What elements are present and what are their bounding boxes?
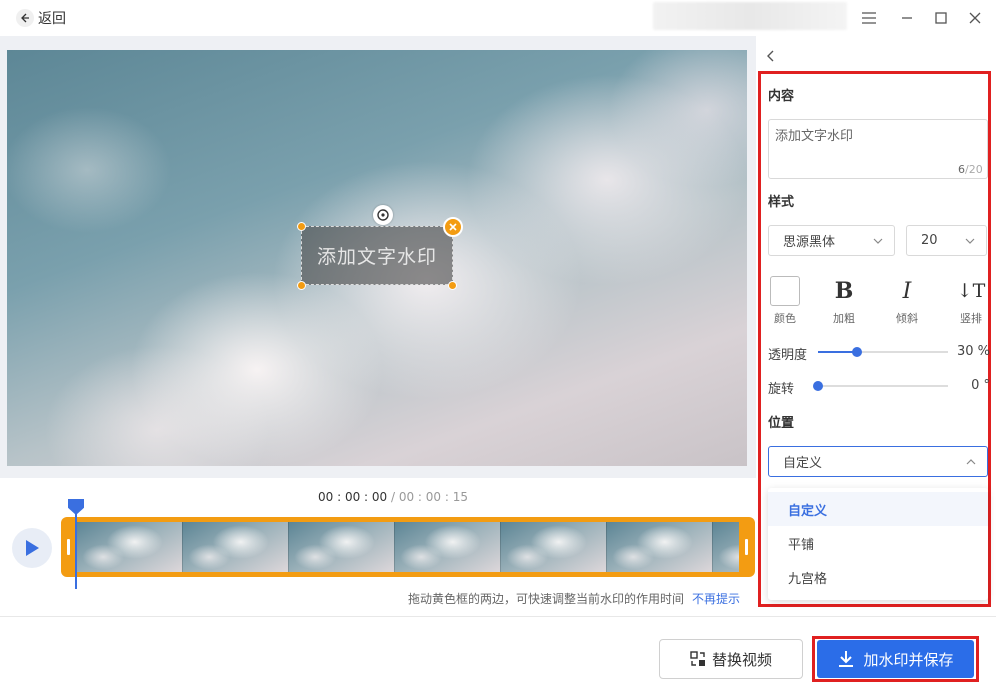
replace-video-label: 替换视频: [711, 650, 772, 669]
rotate-handle-icon[interactable]: [373, 205, 393, 225]
italic-label: 倾斜: [896, 312, 918, 325]
maximize-icon[interactable]: [931, 8, 951, 28]
time-readout: 00 : 00 : 00 / 00 : 00 : 15: [0, 490, 756, 504]
rotation-slider-thumb[interactable]: [813, 381, 823, 391]
chevron-left-icon[interactable]: [764, 48, 778, 62]
trim-handle-right[interactable]: [745, 539, 748, 555]
frame-thumb: [713, 522, 739, 572]
char-count: 6: [958, 163, 965, 176]
video-preview[interactable]: 添加文字水印: [7, 50, 747, 466]
char-max: 20: [968, 163, 983, 176]
position-option-tile[interactable]: 平铺: [768, 526, 988, 560]
download-icon: [839, 651, 854, 667]
play-button[interactable]: [12, 528, 52, 568]
frame-thumb: [183, 522, 289, 572]
swap-icon: [690, 651, 705, 666]
resize-handle-top-left[interactable]: [297, 222, 306, 231]
back-button[interactable]: 返回: [16, 8, 66, 28]
font-size-value: 20: [921, 233, 938, 248]
opacity-slider-thumb[interactable]: [852, 347, 862, 357]
font-family-value: 思源黑体: [783, 235, 836, 250]
color-button[interactable]: 颜色: [765, 276, 805, 326]
close-icon[interactable]: [965, 8, 985, 28]
watermark-text-box[interactable]: 添加文字水印: [301, 226, 453, 285]
watermark-text-input[interactable]: [768, 119, 988, 179]
play-icon: [26, 540, 39, 556]
opacity-number: 30: [956, 344, 974, 359]
chevron-down-icon: [873, 238, 883, 244]
timeline-hint: 拖动黄色框的两边，可快速调整当前水印的作用时间 不再提示: [408, 590, 740, 607]
font-family-select[interactable]: 思源黑体: [768, 225, 895, 256]
opacity-label: 透明度: [768, 348, 808, 363]
frame-strip: [77, 522, 739, 572]
opacity-unit: %: [977, 344, 990, 359]
rotation-number: 0: [971, 378, 980, 393]
vertical-text-button[interactable]: ↓T 竖排: [951, 276, 991, 326]
font-size-select[interactable]: 20: [906, 225, 987, 256]
frame-thumb: [501, 522, 607, 572]
total-time: 00 : 00 : 15: [398, 490, 468, 504]
footer: 替换视频 加水印并保存: [0, 616, 996, 696]
playhead-line: [75, 513, 77, 589]
trim-handle-left[interactable]: [67, 539, 70, 555]
rotation-value: 0 °: [971, 378, 990, 393]
add-watermark-save-button[interactable]: 加水印并保存: [817, 640, 974, 678]
position-option-grid[interactable]: 九宫格: [768, 560, 988, 594]
watermark-time-track[interactable]: [61, 517, 755, 577]
frame-thumb: [289, 522, 395, 572]
frame-thumb: [395, 522, 501, 572]
blurred-account-area: [653, 2, 847, 30]
chevron-up-icon: [966, 459, 976, 465]
arrow-left-icon: [16, 9, 34, 27]
opacity-slider[interactable]: [818, 347, 948, 357]
preview-area: 添加文字水印: [0, 36, 756, 478]
position-dropdown: 自定义 平铺 九宫格: [768, 488, 988, 600]
menu-icon[interactable]: [859, 8, 879, 28]
resize-handle-bottom-left[interactable]: [297, 281, 306, 290]
color-label: 颜色: [774, 312, 796, 325]
italic-button[interactable]: I 倾斜: [887, 276, 927, 326]
rotation-slider-row: 旋转 0 °: [768, 376, 990, 397]
italic-icon: I: [902, 278, 912, 304]
color-swatch: [770, 276, 800, 306]
save-label: 加水印并保存: [863, 650, 954, 669]
remove-watermark-icon[interactable]: [443, 217, 463, 237]
position-select[interactable]: 自定义: [768, 446, 988, 477]
resize-handle-bottom-right[interactable]: [448, 281, 457, 290]
panel-header: [756, 36, 996, 72]
opacity-slider-row: 透明度 30 %: [768, 342, 990, 363]
dismiss-hint-link[interactable]: 不再提示: [692, 592, 740, 606]
rotation-label: 旋转: [768, 382, 795, 397]
bold-icon: B: [834, 278, 854, 304]
back-label: 返回: [38, 11, 66, 27]
replace-video-button[interactable]: 替换视频: [659, 639, 803, 679]
rotation-slider[interactable]: [813, 381, 948, 391]
watermark-settings-panel: 内容 6/20 样式 思源黑体 20 颜色 B 加粗 I 倾斜 ↓T 竖排 透明…: [758, 71, 991, 607]
vertical-text-icon: ↓T: [956, 280, 986, 302]
frame-thumb: [77, 522, 183, 572]
position-option-custom[interactable]: 自定义: [768, 492, 988, 526]
style-section-title: 样式: [768, 195, 795, 210]
bold-label: 加粗: [833, 312, 855, 325]
vertical-label: 竖排: [960, 312, 982, 325]
bold-button[interactable]: B 加粗: [824, 276, 864, 326]
content-section-title: 内容: [768, 89, 795, 104]
time-separator: /: [387, 490, 399, 504]
chevron-down-icon: [965, 238, 975, 244]
frame-thumb: [607, 522, 713, 572]
timeline-area: 00 : 00 : 00 / 00 : 00 : 15 拖动黄色框的两边，可快速…: [0, 478, 756, 616]
position-value: 自定义: [783, 456, 823, 471]
position-section-title: 位置: [768, 416, 795, 431]
current-time: 00 : 00 : 00: [318, 490, 388, 504]
rotation-unit: °: [983, 378, 991, 393]
opacity-value: 30 %: [957, 344, 990, 359]
title-bar: 返回: [0, 0, 996, 36]
minimize-icon[interactable]: [897, 8, 917, 28]
char-counter: 6/20: [958, 163, 983, 176]
hint-text: 拖动黄色框的两边，可快速调整当前水印的作用时间: [407, 592, 684, 606]
watermark-text: 添加文字水印: [316, 246, 437, 268]
